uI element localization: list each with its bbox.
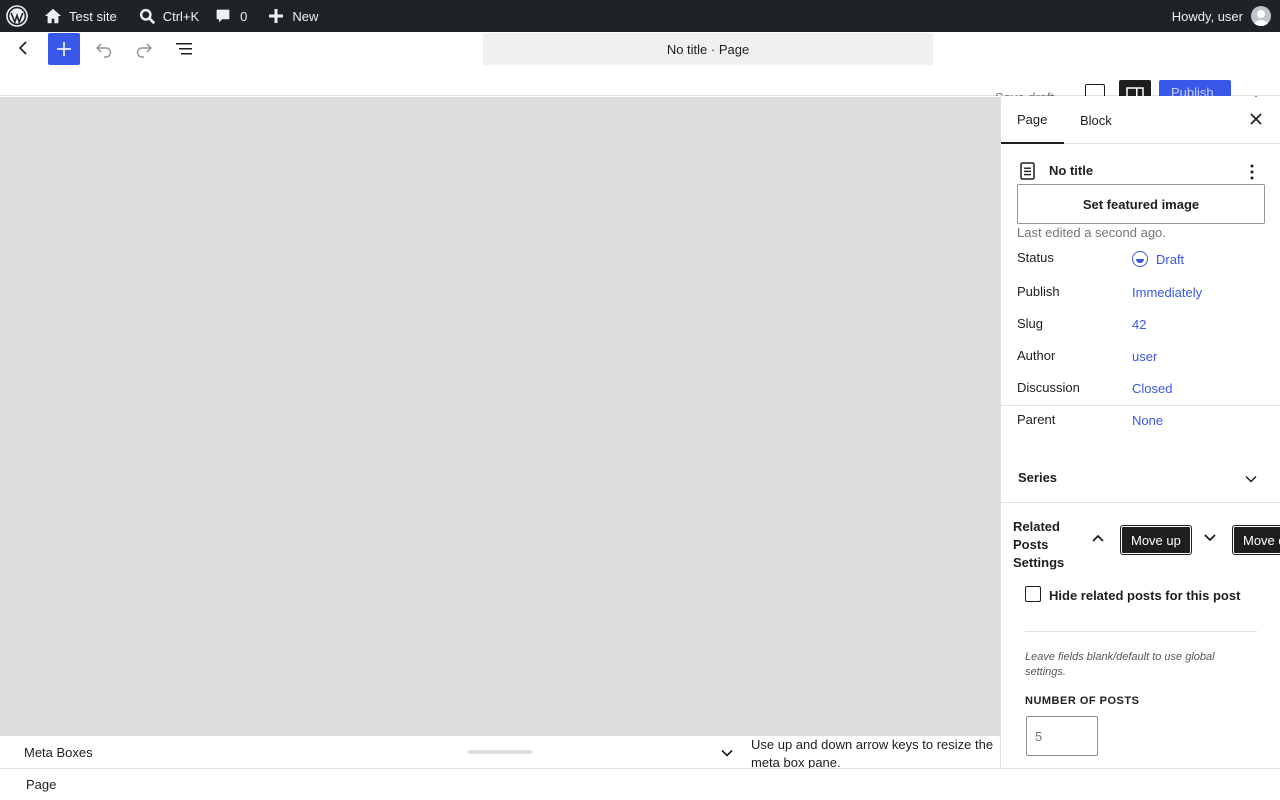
editor-header: No title · Page Save draft Publish bbox=[0, 32, 1280, 100]
avatar bbox=[1251, 6, 1271, 26]
number-of-posts-input[interactable] bbox=[1026, 716, 1098, 756]
last-edited-text: Last edited a second ago. bbox=[1017, 225, 1166, 240]
meta-boxes-title: Meta Boxes bbox=[24, 745, 93, 760]
comments-count: 0 bbox=[240, 8, 248, 24]
resize-handle[interactable] bbox=[468, 750, 532, 754]
discussion-value[interactable]: Closed bbox=[1132, 381, 1172, 396]
view-icon[interactable] bbox=[1085, 84, 1105, 96]
related-help-text: Leave fields blank/default to use global… bbox=[1025, 651, 1215, 678]
comments-link[interactable]: 0 bbox=[207, 0, 255, 32]
move-up-tooltip: Move up bbox=[1121, 526, 1191, 554]
set-featured-image-button[interactable]: Set featured image bbox=[1017, 184, 1265, 224]
author-value[interactable]: user bbox=[1132, 349, 1157, 364]
breadcrumb[interactable]: Page bbox=[26, 777, 56, 792]
post-actions-kebab-icon[interactable] bbox=[1246, 163, 1258, 184]
hide-related-label: Hide related posts for this post bbox=[1049, 588, 1241, 603]
slug-label: Slug bbox=[1017, 316, 1044, 331]
document-title-bar[interactable]: No title · Page bbox=[483, 33, 933, 65]
author-label: Author bbox=[1017, 348, 1056, 363]
parent-value[interactable]: None bbox=[1132, 413, 1163, 428]
post-summary-panel: No title Set featured image Last edited … bbox=[1001, 97, 1280, 428]
publish-label: Publish bbox=[1017, 284, 1060, 299]
series-panel[interactable]: Series bbox=[1001, 453, 1280, 503]
number-of-posts-label: NUMBER OF POSTS bbox=[1025, 695, 1140, 707]
post-title: No title bbox=[1049, 163, 1094, 178]
slug-value[interactable]: 42 bbox=[1132, 317, 1146, 332]
settings-sidebar: Page Block No title Set featured image L… bbox=[1000, 97, 1280, 768]
editor-footer: Page bbox=[0, 768, 1280, 800]
new-content-link[interactable]: New bbox=[261, 0, 326, 32]
sidebar-icon bbox=[1126, 87, 1144, 98]
chevron-left-icon bbox=[18, 41, 27, 55]
new-label: New bbox=[292, 8, 319, 24]
document-overview-button[interactable] bbox=[168, 33, 200, 65]
publish-button[interactable]: Publish bbox=[1159, 80, 1231, 96]
status-value-text: Draft bbox=[1156, 251, 1185, 267]
draft-status-icon bbox=[1132, 251, 1148, 267]
page-icon bbox=[1019, 161, 1037, 184]
hide-related-checkbox[interactable] bbox=[1025, 586, 1041, 602]
parent-label: Parent bbox=[1017, 412, 1056, 427]
search-shortcut: Ctrl+K bbox=[162, 8, 200, 24]
undo-icon bbox=[95, 43, 112, 58]
plus-icon bbox=[269, 9, 284, 23]
related-posts-metabox: Related Posts Settings Move up Move down… bbox=[1001, 504, 1280, 768]
settings-button[interactable] bbox=[1119, 80, 1151, 98]
admin-bar: Test site Ctrl+K 0 New Howdy, user bbox=[0, 0, 1280, 32]
status-value[interactable]: Draft bbox=[1132, 251, 1184, 267]
status-label: Status bbox=[1017, 250, 1054, 265]
block-inserter-button[interactable] bbox=[48, 33, 80, 65]
home-icon bbox=[44, 8, 62, 24]
meta-boxes-bar: Meta Boxes Use up and down arrow keys to… bbox=[0, 735, 1000, 770]
chevron-down-icon[interactable] bbox=[1202, 532, 1218, 547]
chevron-up-icon[interactable] bbox=[1090, 532, 1106, 547]
save-draft-button[interactable]: Save draft bbox=[995, 89, 1054, 96]
back-button[interactable] bbox=[8, 32, 40, 64]
chevron-down-icon[interactable] bbox=[1244, 472, 1258, 487]
redo-icon bbox=[136, 43, 153, 58]
editor-canvas[interactable] bbox=[0, 97, 1000, 735]
site-name-link[interactable]: Test site bbox=[36, 0, 125, 32]
publish-value[interactable]: Immediately bbox=[1132, 285, 1202, 300]
site-name: Test site bbox=[69, 8, 117, 24]
series-title: Series bbox=[1018, 470, 1058, 485]
document-title: No title · Page bbox=[666, 41, 750, 57]
wordpress-logo-icon[interactable] bbox=[0, 0, 36, 32]
my-account[interactable]: Howdy, user bbox=[1172, 6, 1280, 26]
move-down-tooltip: Move down bbox=[1233, 526, 1280, 554]
search-icon bbox=[139, 8, 155, 24]
comment-icon bbox=[216, 9, 230, 23]
list-view-icon bbox=[176, 43, 192, 55]
resize-hint: Use up and down arrow keys to resize the… bbox=[751, 737, 994, 770]
related-posts-title: Related Posts Settings bbox=[1013, 519, 1065, 570]
divider bbox=[1025, 631, 1257, 632]
user-greeting: Howdy, user bbox=[1171, 8, 1243, 24]
plus-icon bbox=[57, 42, 71, 56]
discussion-label: Discussion bbox=[1017, 380, 1080, 395]
command-search[interactable]: Ctrl+K bbox=[131, 0, 207, 32]
options-kebab-icon[interactable] bbox=[1254, 88, 1258, 100]
undo-button[interactable] bbox=[88, 33, 120, 65]
redo-button[interactable] bbox=[128, 33, 160, 65]
chevron-down-icon[interactable] bbox=[720, 746, 734, 761]
